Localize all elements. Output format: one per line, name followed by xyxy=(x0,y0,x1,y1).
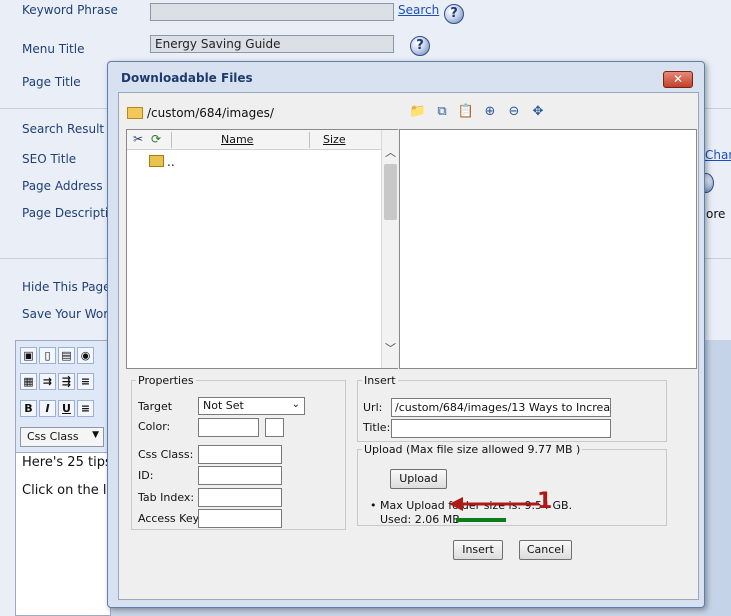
css-class-label: Css Class: xyxy=(138,448,194,461)
annotation-arrow xyxy=(449,497,539,511)
zoom-in-icon[interactable]: ⊕ xyxy=(481,103,499,121)
bullet: • xyxy=(370,499,377,512)
upload-button[interactable]: Upload xyxy=(390,469,447,489)
parent-folder-icon xyxy=(149,155,164,167)
new-doc-icon[interactable]: ▯ xyxy=(39,347,56,364)
column-separator xyxy=(171,132,172,148)
arrow-head xyxy=(449,497,463,511)
insert-button[interactable]: Insert xyxy=(453,540,503,560)
properties-legend: Properties xyxy=(136,374,196,387)
search-link[interactable]: Search xyxy=(398,3,439,17)
upload-legend: Upload (Max file size allowed 9.77 MB ) xyxy=(362,443,583,456)
tab-index-input[interactable] xyxy=(198,488,282,507)
keyword-phrase-label: Keyword Phrase xyxy=(22,3,118,17)
id-label: ID: xyxy=(138,469,154,482)
access-key-input[interactable] xyxy=(198,509,282,528)
bold-icon[interactable]: B xyxy=(20,400,37,417)
menu-title-label: Menu Title xyxy=(22,42,85,56)
size-column-header[interactable]: Size xyxy=(323,133,346,146)
column-separator xyxy=(309,132,310,148)
cut-icon[interactable]: ✂ xyxy=(133,132,143,146)
current-path: /custom/684/images/ xyxy=(147,106,274,120)
zoom-out-icon[interactable]: ⊖ xyxy=(505,103,523,121)
editor-line: Here's 25 tips xyxy=(22,455,112,470)
file-toolbar: 📁 ⧉ 📋 ⊕ ⊖ ✥ xyxy=(409,103,553,123)
close-button[interactable]: ✕ xyxy=(663,71,693,88)
page-address-label: Page Address xyxy=(22,179,103,193)
italic-icon[interactable]: I xyxy=(39,400,56,417)
search-result-label: Search Result F xyxy=(22,122,115,136)
page-title-label: Page Title xyxy=(22,75,81,89)
file-list-header: ✂ ⟳ Name Size xyxy=(127,130,381,150)
css-class-select[interactable]: Css Class ▼ xyxy=(20,427,104,447)
title-label: Title: xyxy=(363,421,391,434)
title-input[interactable] xyxy=(391,419,611,438)
target-select-value: Not Set xyxy=(203,399,244,412)
file-preview-pane xyxy=(399,129,697,369)
color-picker-button[interactable] xyxy=(265,418,284,437)
annotation-number: 1 xyxy=(537,489,553,514)
url-label: Url: xyxy=(363,401,383,414)
file-list-scrollbar[interactable]: ︿ ﹀ xyxy=(381,130,398,368)
editor-line: Click on the lin xyxy=(22,483,119,498)
insert-legend: Insert xyxy=(362,374,398,387)
color-input[interactable] xyxy=(198,418,259,437)
chevron-down-icon: ▼ xyxy=(92,430,99,440)
fit-icon[interactable]: ✥ xyxy=(529,103,547,121)
chevron-up-icon[interactable]: ︿ xyxy=(382,144,399,160)
content-editor[interactable]: ▣ ▯ ▤ ◉ ▦ ⇉ ⇶ ≡ B I U ≡ Css Class ▼ Here's 25 tip… xyxy=(15,340,118,616)
chevron-down-icon: ⌄ xyxy=(291,399,300,410)
target-select[interactable]: Not Set ⌄ xyxy=(198,397,305,415)
url-input[interactable]: /custom/684/images/13 Ways to Increase Y… xyxy=(391,398,611,417)
used-space-bar xyxy=(456,518,506,522)
underline-icon[interactable]: U xyxy=(58,400,75,417)
insert-column-icon[interactable]: ⇶ xyxy=(58,373,75,390)
help-icon[interactable]: ? xyxy=(410,36,430,56)
align-icon[interactable]: ≡ xyxy=(77,400,94,417)
editor-toolbar: ▣ ▯ ▤ ◉ ▦ ⇉ ⇶ ≡ B I U ≡ Css Class ▼ xyxy=(16,341,112,453)
page-description-label: Page Descriptio xyxy=(22,206,116,220)
downloadable-files-dialog: Downloadable Files ✕ /custom/684/images/… xyxy=(107,61,705,608)
scroll-thumb[interactable] xyxy=(384,164,397,220)
dialog-title: Downloadable Files xyxy=(121,71,253,85)
save-work-label: Save Your Work xyxy=(22,307,116,321)
id-input[interactable] xyxy=(198,466,282,485)
more-text: ore xyxy=(706,207,726,221)
cancel-button[interactable]: Cancel xyxy=(519,540,572,560)
help-icon[interactable]: ? xyxy=(444,4,464,24)
tab-index-label: Tab Index: xyxy=(138,491,195,504)
preview-icon[interactable]: ◉ xyxy=(77,347,94,364)
parent-directory-item[interactable]: .. xyxy=(167,155,175,169)
chars-link[interactable]: Chars xyxy=(705,148,731,162)
table-icon[interactable]: ▦ xyxy=(20,373,37,390)
editor-toolbar-row: B I U ≡ xyxy=(20,400,112,420)
folder-open-icon xyxy=(127,107,143,119)
print-icon[interactable]: ▤ xyxy=(58,347,75,364)
access-key-label: Access Key: xyxy=(138,512,203,525)
copy-icon[interactable]: ⧉ xyxy=(433,103,451,121)
editor-toolbar-row: ▣ ▯ ▤ ◉ xyxy=(20,347,112,367)
insert-row-icon[interactable]: ⇉ xyxy=(39,373,56,390)
new-folder-icon[interactable]: 📁 xyxy=(409,103,427,121)
properties-group: Properties Target Not Set ⌄ Color: Css C… xyxy=(131,374,346,530)
color-label: Color: xyxy=(138,420,171,433)
name-column-header[interactable]: Name xyxy=(221,133,253,146)
css-class-input[interactable] xyxy=(198,445,282,464)
seo-title-label: SEO Title xyxy=(22,152,77,166)
keyword-phrase-input[interactable] xyxy=(150,3,394,21)
file-manager: /custom/684/images/ 📁 ⧉ 📋 ⊕ ⊖ ✥ ✂ ⟳ Name Size… xyxy=(118,92,699,600)
delete-row-icon[interactable]: ≡ xyxy=(77,373,94,390)
target-label: Target xyxy=(138,400,173,413)
chevron-down-icon[interactable]: ﹀ xyxy=(382,340,399,356)
menu-title-input[interactable]: Energy Saving Guide xyxy=(150,35,394,53)
hide-page-label: Hide This Page xyxy=(22,280,111,294)
file-list[interactable]: ✂ ⟳ Name Size .. ︿ ﹀ xyxy=(126,129,398,369)
refresh-icon[interactable]: ⟳ xyxy=(151,132,161,146)
insert-group: Insert Url: /custom/684/images/13 Ways t… xyxy=(357,374,667,442)
save-icon[interactable]: ▣ xyxy=(20,347,37,364)
editor-toolbar-row: ▦ ⇉ ⇶ ≡ xyxy=(20,373,112,393)
css-class-select-label: Css Class xyxy=(27,430,79,443)
paste-icon[interactable]: 📋 xyxy=(457,103,475,121)
